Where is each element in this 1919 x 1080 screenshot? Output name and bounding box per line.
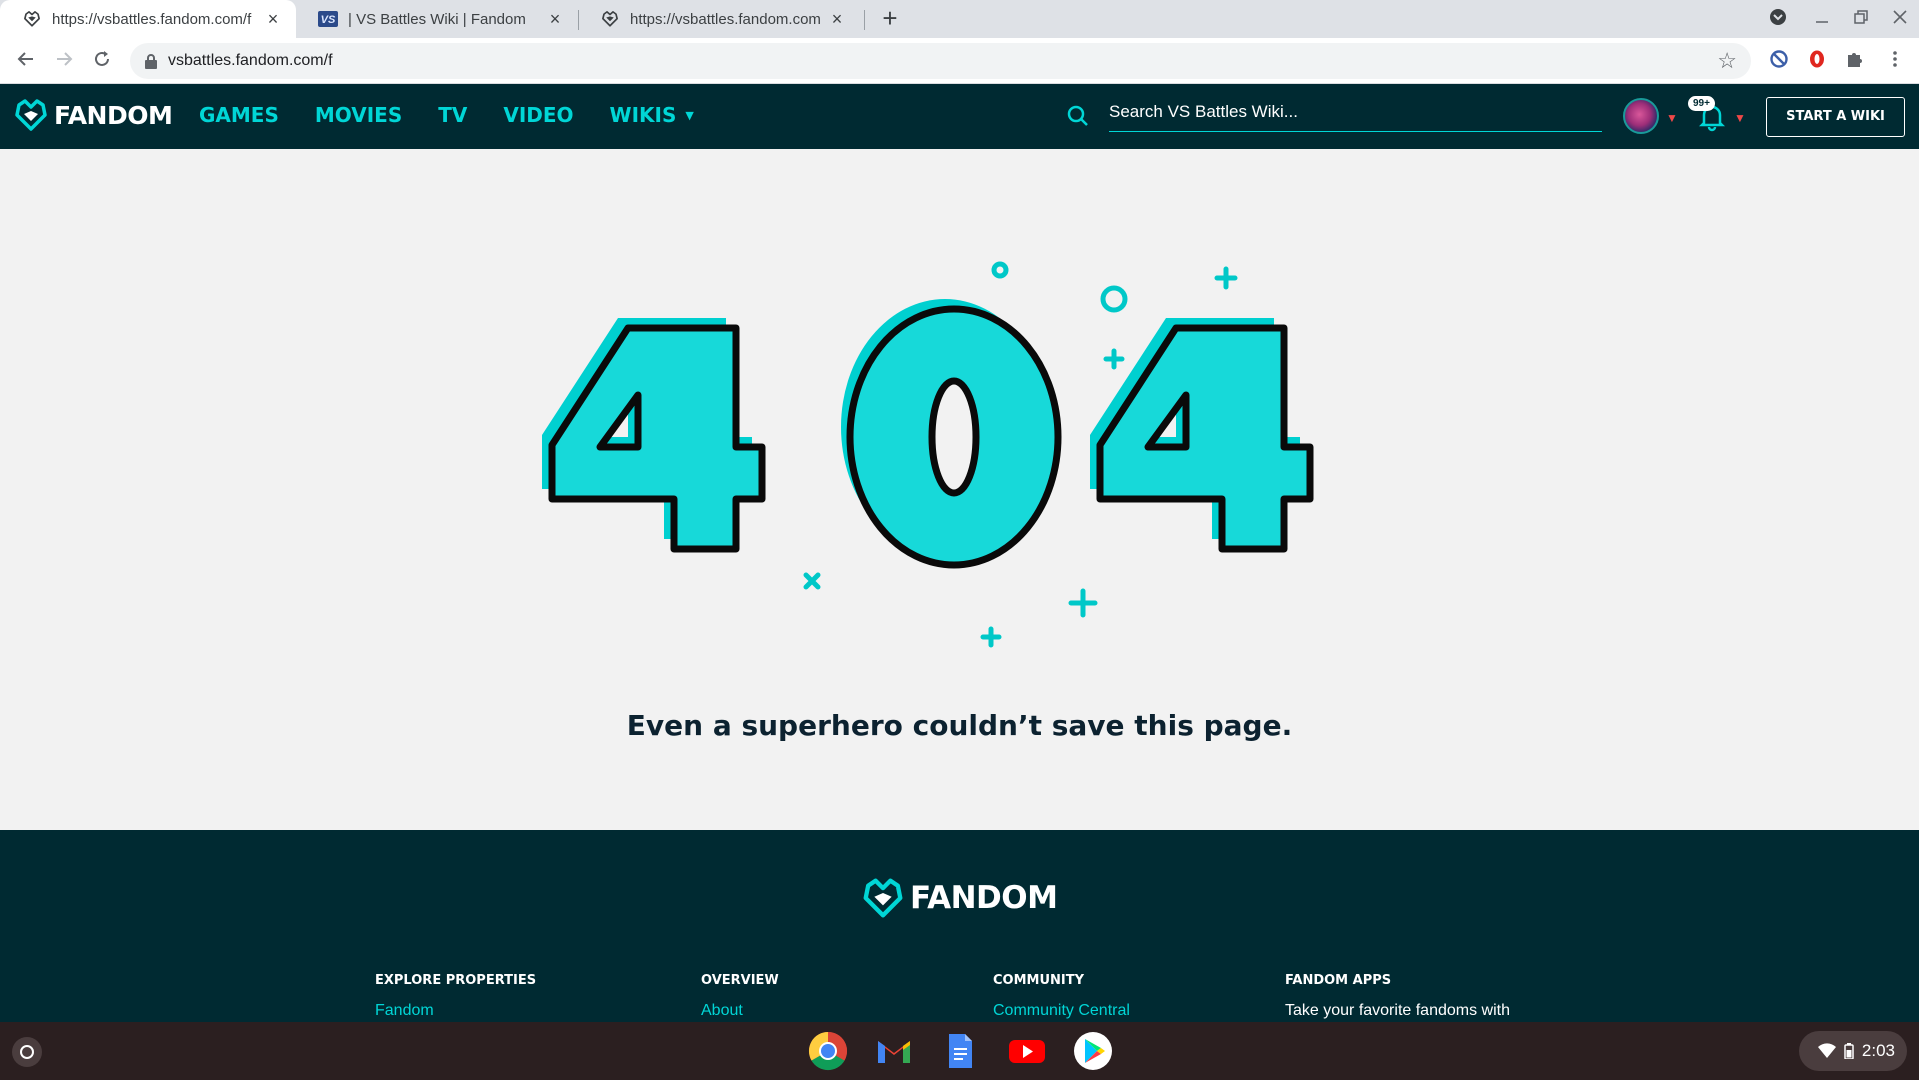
fandom-heart-icon — [863, 878, 903, 918]
footer-column-overview: OVERVIEW About — [701, 973, 779, 1020]
tab-title: https://vsbattles.fandom.com/f/ — [630, 10, 820, 28]
restore-icon[interactable] — [1850, 8, 1872, 29]
avatar-caret-down-icon[interactable]: ▼ — [1666, 111, 1678, 125]
launcher-button[interactable] — [12, 1037, 42, 1067]
nav-video[interactable]: VIDEO — [503, 103, 573, 127]
fandom-nav-links: GAMES MOVIES TV VIDEO WIKIS ▼ — [199, 103, 730, 127]
tab-title: https://vsbattles.fandom.com/f — [52, 10, 252, 28]
search-field[interactable] — [1109, 96, 1602, 132]
clock-time: 2:03 — [1861, 1041, 1895, 1060]
chrome-app-icon[interactable] — [808, 1031, 848, 1071]
battery-icon — [1844, 1043, 1854, 1059]
nav-tv[interactable]: TV — [438, 103, 467, 127]
youtube-app-icon[interactable] — [1007, 1031, 1047, 1071]
back-icon[interactable] — [14, 49, 38, 73]
fandom-heart-icon — [15, 99, 47, 131]
search-icon[interactable] — [1066, 104, 1090, 128]
footer-column-apps: FANDOM APPS Take your favorite fandoms w… — [1285, 973, 1510, 1020]
browser-tab-1[interactable]: https://vsbattles.fandom.com/f × — [0, 0, 296, 38]
new-tab-button[interactable]: + — [877, 5, 903, 32]
browser-toolbar: vsbattles.fandom.com/f ☆ — [0, 38, 1919, 84]
fandom-logo[interactable]: FANDOM — [14, 99, 173, 131]
system-tray[interactable]: 2:03 — [1799, 1031, 1907, 1071]
bookmark-star-icon[interactable]: ☆ — [1717, 48, 1737, 74]
docs-app-icon[interactable] — [940, 1031, 980, 1071]
nav-games[interactable]: GAMES — [199, 103, 279, 127]
footer-column-community: COMMUNITY Community Central — [993, 973, 1130, 1020]
error-content: Even a superhero couldn’t save this page… — [0, 149, 1919, 830]
address-bar[interactable]: vsbattles.fandom.com/f ☆ — [130, 43, 1751, 79]
reload-icon[interactable] — [90, 49, 114, 73]
tab-title: | VS Battles Wiki | Fandom — [348, 10, 526, 28]
svg-text:VS: VS — [321, 14, 336, 26]
footer-link-fandom[interactable]: Fandom — [375, 1002, 536, 1020]
browser-tab-2[interactable]: VS | VS Battles Wiki | Fandom × — [296, 0, 578, 38]
footer-link-about[interactable]: About — [701, 1002, 779, 1020]
404-illustration — [542, 261, 1314, 648]
fandom-footer: FANDOM EXPLORE PROPERTIES Fandom OVERVIE… — [0, 830, 1919, 1022]
play-store-app-icon[interactable] — [1073, 1031, 1113, 1071]
close-tab-icon[interactable]: × — [828, 10, 846, 28]
search-input[interactable] — [1109, 96, 1602, 128]
footer-logo-text: FANDOM — [910, 880, 1058, 916]
red-extension-icon[interactable] — [1805, 49, 1829, 73]
error-message: Even a superhero couldn’t save this page… — [626, 709, 1293, 742]
nav-wikis-label: WIKIS — [609, 103, 677, 127]
footer-link-community-central[interactable]: Community Central — [993, 1002, 1130, 1020]
forward-icon[interactable] — [52, 49, 76, 73]
nav-wikis[interactable]: WIKIS ▼ — [610, 103, 694, 127]
footer-apps-text: Take your favorite fandoms with — [1285, 1002, 1510, 1019]
close-tab-icon[interactable]: × — [546, 10, 564, 28]
minimize-icon[interactable] — [1811, 8, 1833, 29]
footer-fandom-logo[interactable]: FANDOM — [862, 878, 1058, 918]
tab-search-icon[interactable] — [1767, 8, 1789, 31]
vs-logo-icon: VS — [318, 9, 338, 29]
os-shelf: 2:03 — [0, 1022, 1919, 1080]
browser-tab-bar: https://vsbattles.fandom.com/f × VS | VS… — [0, 0, 1919, 38]
chrome-menu-icon[interactable] — [1883, 49, 1907, 73]
footer-column-explore: EXPLORE PROPERTIES Fandom — [375, 973, 536, 1020]
close-tab-icon[interactable]: × — [264, 10, 282, 28]
fandom-logo-text: FANDOM — [54, 100, 173, 130]
user-avatar[interactable] — [1623, 98, 1659, 134]
footer-heading: COMMUNITY — [993, 973, 1085, 988]
gmail-app-icon[interactable] — [874, 1031, 914, 1071]
close-window-icon[interactable] — [1889, 8, 1911, 29]
tab-separator — [864, 10, 865, 30]
lock-icon — [145, 54, 157, 69]
blocked-extension-icon[interactable] — [1767, 49, 1791, 73]
browser-tab-3[interactable]: https://vsbattles.fandom.com/f/ × — [578, 0, 860, 38]
notifications-badge: 99+ — [1688, 96, 1715, 111]
url-text: vsbattles.fandom.com/f — [168, 52, 333, 69]
fandom-heart-icon — [600, 9, 620, 29]
notifications-caret-down-icon[interactable]: ▼ — [1734, 111, 1746, 125]
nav-movies[interactable]: MOVIES — [315, 103, 402, 127]
extensions-puzzle-icon[interactable] — [1843, 49, 1867, 73]
fandom-heart-icon — [22, 9, 42, 29]
launcher-circle-icon — [20, 1045, 34, 1059]
tray-status-icons — [1817, 1043, 1854, 1059]
footer-heading: EXPLORE PROPERTIES — [375, 973, 537, 988]
start-a-wiki-button[interactable]: START A WIKI — [1766, 97, 1905, 137]
footer-heading: OVERVIEW — [701, 973, 779, 988]
fandom-global-nav: FANDOM GAMES MOVIES TV VIDEO WIKIS ▼ ▼ ▼… — [0, 84, 1919, 149]
footer-heading: FANDOM APPS — [1285, 973, 1392, 988]
wifi-icon — [1817, 1043, 1836, 1058]
caret-down-icon: ▼ — [685, 108, 694, 122]
